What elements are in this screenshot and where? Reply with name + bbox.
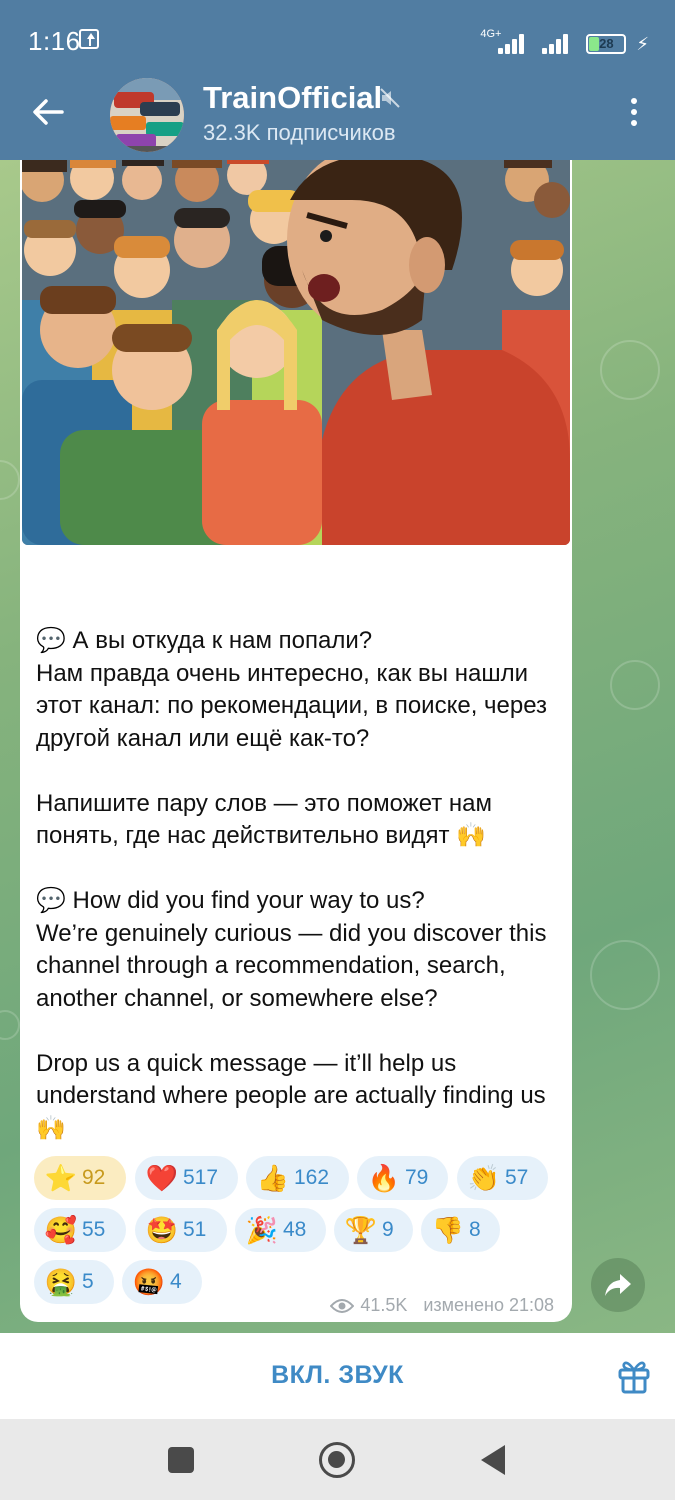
reaction-count: 8 — [469, 1218, 481, 1241]
home-icon[interactable] — [319, 1442, 355, 1478]
top-bar: 1:16 4G+ 28 ⚡ TrainOfficial 32.3K подпис… — [0, 0, 675, 160]
signal-4g-icon: 4G+ — [480, 28, 525, 54]
share-arrow-icon — [605, 1274, 631, 1296]
status-time: 1:16 — [28, 26, 81, 56]
status-bar: 1:16 4G+ 28 ⚡ — [0, 0, 675, 80]
thumbs-up-icon: 👍 — [256, 1162, 290, 1193]
back-arrow-icon[interactable] — [30, 92, 66, 132]
battery-level: 28 — [599, 36, 614, 51]
reaction-count: 5 — [82, 1270, 94, 1293]
unmute-button[interactable]: ВКЛ. ЗВУК — [0, 1333, 675, 1419]
reaction-clap[interactable]: 👏 57 — [457, 1156, 548, 1200]
bottom-action-bar: ВКЛ. ЗВУК — [0, 1333, 675, 1419]
recent-apps-icon[interactable] — [168, 1447, 194, 1473]
reaction-count: 9 — [382, 1218, 394, 1241]
system-navigation-bar — [0, 1419, 675, 1500]
system-back-icon[interactable] — [481, 1445, 505, 1475]
reaction-star-struck[interactable]: 🤩 51 — [135, 1208, 227, 1252]
channel-title[interactable]: TrainOfficial — [203, 80, 382, 116]
signal-icon — [534, 32, 576, 54]
network-label: 4G+ — [480, 28, 502, 40]
forward-button[interactable] — [591, 1258, 645, 1312]
party-popper-icon: 🎉 — [245, 1214, 279, 1245]
vomiting-face-icon: 🤮 — [44, 1266, 78, 1297]
post-paragraph-ru-request: Напишите пару слов — это поможет нам пон… — [36, 789, 499, 850]
post-paragraph-en-question: 💬 How did you find your way to us? We’re… — [36, 887, 547, 1012]
reaction-count: 57 — [505, 1166, 529, 1189]
reaction-star[interactable]: ⭐ 92 — [34, 1156, 126, 1200]
post-image[interactable] — [22, 160, 570, 545]
reaction-trophy[interactable]: 🏆 9 — [334, 1208, 413, 1252]
chat-area: 💬 А вы откуда к нам попали? Нам правда о… — [0, 160, 675, 1333]
reaction-count: 162 — [294, 1166, 330, 1189]
heart-icon: ❤️ — [145, 1162, 179, 1193]
edited-time: изменено 21:08 — [423, 1295, 554, 1315]
reaction-love-face[interactable]: 🥰 55 — [34, 1208, 126, 1252]
reaction-party[interactable]: 🎉 48 — [235, 1208, 326, 1252]
smiling-hearts-icon: 🥰 — [44, 1214, 78, 1245]
charging-icon: ⚡ — [636, 34, 649, 54]
reaction-thumbs-down[interactable]: 👎 8 — [421, 1208, 500, 1252]
reaction-count: 51 — [183, 1218, 207, 1241]
view-count: 41.5K — [360, 1295, 408, 1315]
reaction-count: 92 — [82, 1166, 106, 1189]
reaction-count: 55 — [82, 1218, 106, 1241]
cursing-face-icon: 🤬 — [132, 1266, 166, 1297]
muted-icon — [380, 88, 400, 108]
gift-icon[interactable] — [617, 1358, 651, 1394]
post-meta: 41.5K изменено 21:08 — [330, 1295, 554, 1316]
reaction-thumbs-up[interactable]: 👍 162 — [246, 1156, 349, 1200]
thumbs-down-icon: 👎 — [431, 1214, 465, 1245]
views-eye-icon — [330, 1298, 355, 1313]
post-paragraph-en-request: Drop us a quick message — it’ll help us … — [36, 1049, 553, 1142]
more-options-icon[interactable] — [626, 98, 642, 130]
star-struck-icon: 🤩 — [145, 1214, 179, 1245]
fire-icon: 🔥 — [367, 1162, 401, 1193]
upload-notification-icon — [79, 29, 99, 49]
reaction-fire[interactable]: 🔥 79 — [357, 1156, 448, 1200]
post-paragraph-ru-question: 💬 А вы откуда к нам попали? Нам правда о… — [36, 627, 548, 752]
reaction-count: 48 — [283, 1218, 307, 1241]
star-icon: ⭐ — [44, 1162, 78, 1193]
reaction-cursing[interactable]: 🤬 4 — [122, 1260, 202, 1304]
post-text: 💬 А вы откуда к нам попали? Нам правда о… — [36, 560, 561, 1210]
reaction-heart[interactable]: ❤️ 517 — [135, 1156, 238, 1200]
reaction-count: 79 — [405, 1166, 429, 1189]
reaction-vomit[interactable]: 🤮 5 — [34, 1260, 114, 1304]
status-indicators: 4G+ 28 ⚡ — [480, 26, 649, 54]
battery-icon: 28 — [586, 34, 627, 54]
channel-post: 💬 А вы откуда к нам попали? Нам правда о… — [20, 160, 572, 1322]
clap-icon: 👏 — [467, 1162, 501, 1193]
subscriber-count: 32.3K подписчиков — [203, 120, 396, 145]
trophy-icon: 🏆 — [344, 1214, 378, 1245]
channel-avatar[interactable] — [110, 78, 184, 152]
reaction-count: 517 — [183, 1166, 219, 1189]
reaction-count: 4 — [170, 1270, 182, 1293]
